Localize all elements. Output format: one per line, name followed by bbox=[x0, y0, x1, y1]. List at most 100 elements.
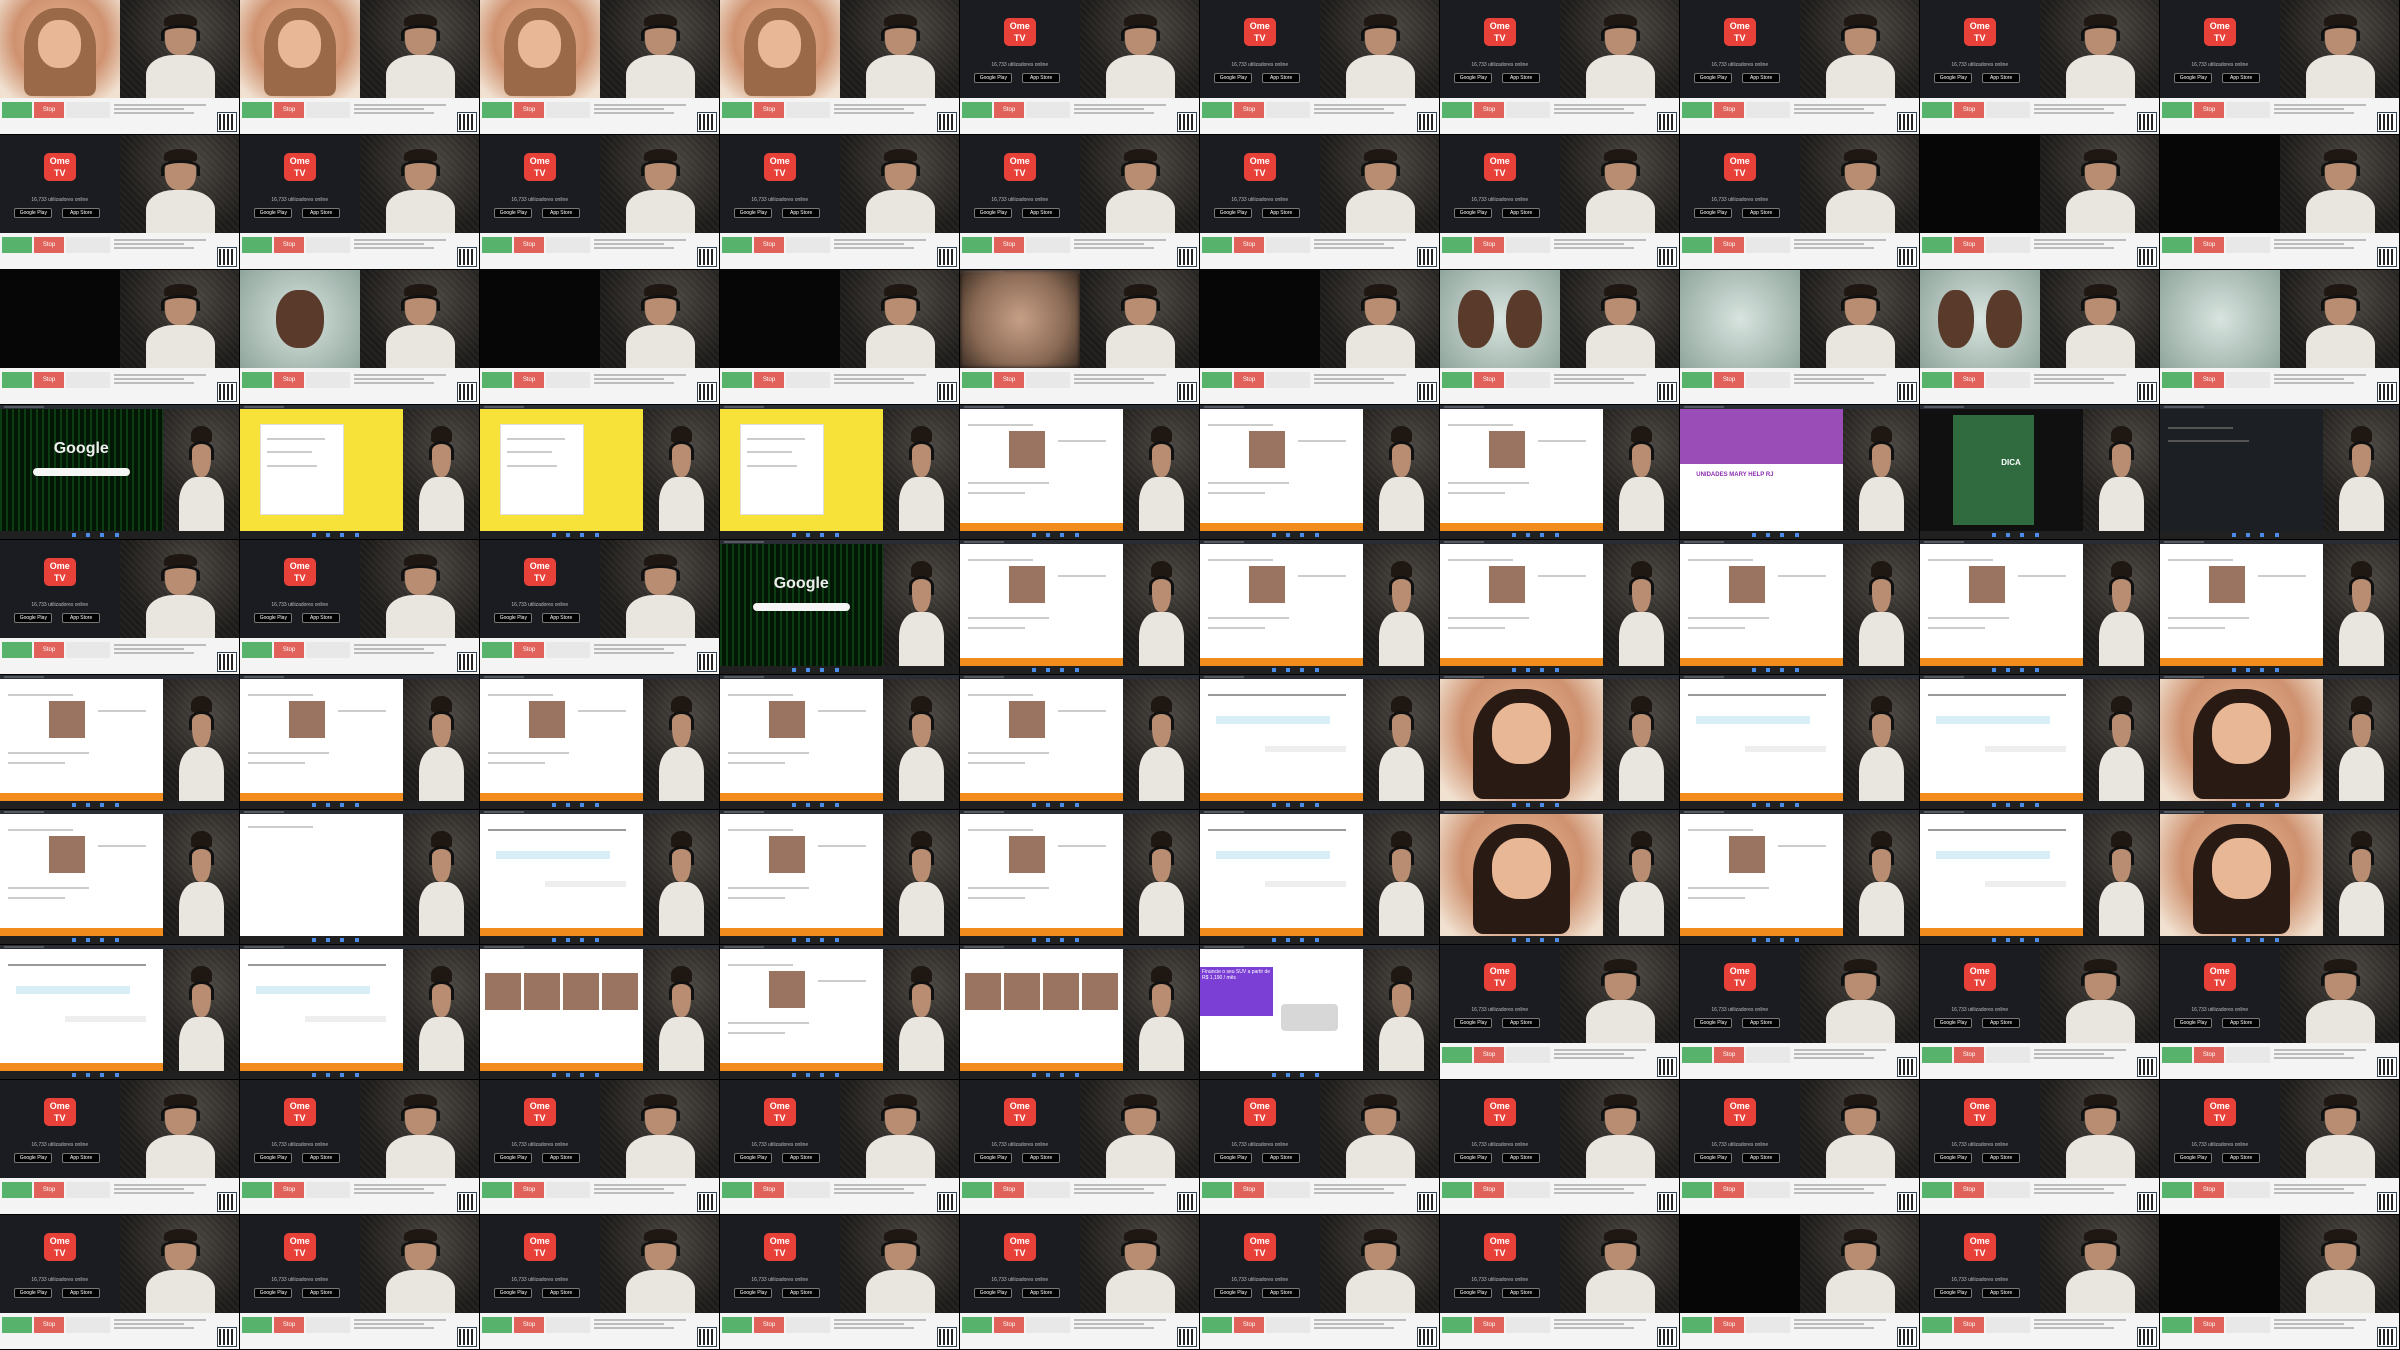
next-button[interactable] bbox=[1442, 1046, 1472, 1063]
next-button[interactable] bbox=[722, 1316, 752, 1333]
google-play-button[interactable]: Google Play bbox=[1934, 1153, 1973, 1164]
profile-photo[interactable] bbox=[1008, 835, 1045, 873]
stop-button[interactable]: Stop bbox=[514, 641, 544, 658]
stop-button[interactable]: Stop bbox=[1714, 371, 1744, 388]
filter-button[interactable] bbox=[2226, 1316, 2270, 1333]
next-button[interactable] bbox=[722, 101, 752, 118]
stop-button[interactable]: Stop bbox=[2194, 1046, 2224, 1063]
stop-button[interactable]: Stop bbox=[1474, 1181, 1504, 1198]
filter-button[interactable] bbox=[1746, 1046, 1790, 1063]
profile-photo[interactable] bbox=[48, 835, 85, 873]
app-store-button[interactable]: App Store bbox=[62, 208, 101, 219]
stop-button[interactable]: Stop bbox=[994, 1316, 1024, 1333]
next-button[interactable] bbox=[482, 1181, 512, 1198]
filter-button[interactable] bbox=[1506, 371, 1550, 388]
next-button[interactable] bbox=[242, 101, 272, 118]
finance-ad[interactable]: Financie o seu SUV a partir de R$ 1,190 … bbox=[1200, 967, 1274, 1017]
next-button[interactable] bbox=[242, 641, 272, 658]
next-button[interactable] bbox=[1922, 1316, 1952, 1333]
next-button[interactable] bbox=[1202, 371, 1232, 388]
filter-button[interactable] bbox=[786, 371, 830, 388]
profile-photo[interactable] bbox=[288, 700, 325, 738]
next-button[interactable] bbox=[242, 1316, 272, 1333]
next-button[interactable] bbox=[1442, 101, 1472, 118]
stop-button[interactable]: Stop bbox=[1954, 236, 1984, 253]
next-button[interactable] bbox=[1682, 1181, 1712, 1198]
google-play-button[interactable]: Google Play bbox=[254, 1288, 293, 1299]
profile-photo[interactable] bbox=[1008, 700, 1045, 738]
google-play-button[interactable]: Google Play bbox=[1694, 73, 1733, 84]
app-store-button[interactable]: App Store bbox=[782, 1288, 821, 1299]
profile-photo[interactable] bbox=[1248, 565, 1285, 603]
google-play-button[interactable]: Google Play bbox=[974, 208, 1013, 219]
google-play-button[interactable]: Google Play bbox=[2174, 1153, 2213, 1164]
google-play-button[interactable]: Google Play bbox=[14, 1288, 53, 1299]
next-button[interactable] bbox=[1442, 236, 1472, 253]
filter-button[interactable] bbox=[1506, 1181, 1550, 1198]
filter-button[interactable] bbox=[546, 101, 590, 118]
profile-photo[interactable] bbox=[528, 700, 565, 738]
stop-button[interactable]: Stop bbox=[1474, 1046, 1504, 1063]
filter-button[interactable] bbox=[1266, 236, 1310, 253]
stop-button[interactable]: Stop bbox=[994, 371, 1024, 388]
next-button[interactable] bbox=[2162, 1046, 2192, 1063]
app-store-button[interactable]: App Store bbox=[1982, 1288, 2021, 1299]
next-button[interactable] bbox=[2, 1316, 32, 1333]
stop-button[interactable]: Stop bbox=[2194, 236, 2224, 253]
google-play-button[interactable]: Google Play bbox=[734, 1153, 773, 1164]
google-play-button[interactable]: Google Play bbox=[734, 208, 773, 219]
stop-button[interactable]: Stop bbox=[1474, 101, 1504, 118]
filter-button[interactable] bbox=[1986, 101, 2030, 118]
app-store-button[interactable]: App Store bbox=[62, 613, 101, 624]
filter-button[interactable] bbox=[786, 1316, 830, 1333]
stop-button[interactable]: Stop bbox=[514, 236, 544, 253]
filter-button[interactable] bbox=[2226, 1046, 2270, 1063]
app-store-button[interactable]: App Store bbox=[1022, 73, 1061, 84]
next-button[interactable] bbox=[2162, 101, 2192, 118]
app-store-button[interactable]: App Store bbox=[2222, 1018, 2261, 1029]
google-play-button[interactable]: Google Play bbox=[1694, 1153, 1733, 1164]
filter-button[interactable] bbox=[1506, 101, 1550, 118]
next-button[interactable] bbox=[2162, 1181, 2192, 1198]
filter-button[interactable] bbox=[1746, 1316, 1790, 1333]
app-store-button[interactable]: App Store bbox=[542, 208, 581, 219]
filter-button[interactable] bbox=[2226, 1181, 2270, 1198]
next-button[interactable] bbox=[722, 371, 752, 388]
next-button[interactable] bbox=[242, 371, 272, 388]
app-store-button[interactable]: App Store bbox=[302, 613, 341, 624]
next-button[interactable] bbox=[2, 641, 32, 658]
google-play-button[interactable]: Google Play bbox=[1214, 73, 1253, 84]
stop-button[interactable]: Stop bbox=[514, 1316, 544, 1333]
filter-button[interactable] bbox=[306, 1181, 350, 1198]
google-play-button[interactable]: Google Play bbox=[14, 1153, 53, 1164]
stop-button[interactable]: Stop bbox=[274, 1316, 304, 1333]
stop-button[interactable]: Stop bbox=[514, 1181, 544, 1198]
search-input[interactable] bbox=[32, 467, 130, 476]
app-store-button[interactable]: App Store bbox=[1262, 208, 1301, 219]
filter-button[interactable] bbox=[2226, 236, 2270, 253]
next-button[interactable] bbox=[962, 101, 992, 118]
filter-button[interactable] bbox=[1266, 1181, 1310, 1198]
stop-button[interactable]: Stop bbox=[274, 641, 304, 658]
filter-button[interactable] bbox=[1506, 1316, 1550, 1333]
app-store-button[interactable]: App Store bbox=[1982, 1153, 2021, 1164]
app-store-button[interactable]: App Store bbox=[62, 1153, 101, 1164]
next-button[interactable] bbox=[962, 371, 992, 388]
next-button[interactable] bbox=[1922, 236, 1952, 253]
stop-button[interactable]: Stop bbox=[1714, 1181, 1744, 1198]
next-button[interactable] bbox=[2, 371, 32, 388]
stop-button[interactable]: Stop bbox=[1234, 371, 1264, 388]
next-button[interactable] bbox=[1682, 371, 1712, 388]
next-button[interactable] bbox=[2, 101, 32, 118]
stop-button[interactable]: Stop bbox=[274, 236, 304, 253]
stop-button[interactable]: Stop bbox=[1954, 1046, 1984, 1063]
stop-button[interactable]: Stop bbox=[1954, 1316, 1984, 1333]
app-store-button[interactable]: App Store bbox=[782, 1153, 821, 1164]
app-store-button[interactable]: App Store bbox=[302, 1153, 341, 1164]
filter-button[interactable] bbox=[546, 371, 590, 388]
app-store-button[interactable]: App Store bbox=[302, 208, 341, 219]
stop-button[interactable]: Stop bbox=[514, 101, 544, 118]
google-play-button[interactable]: Google Play bbox=[1454, 1153, 1493, 1164]
stop-button[interactable]: Stop bbox=[994, 236, 1024, 253]
stop-button[interactable]: Stop bbox=[1234, 236, 1264, 253]
